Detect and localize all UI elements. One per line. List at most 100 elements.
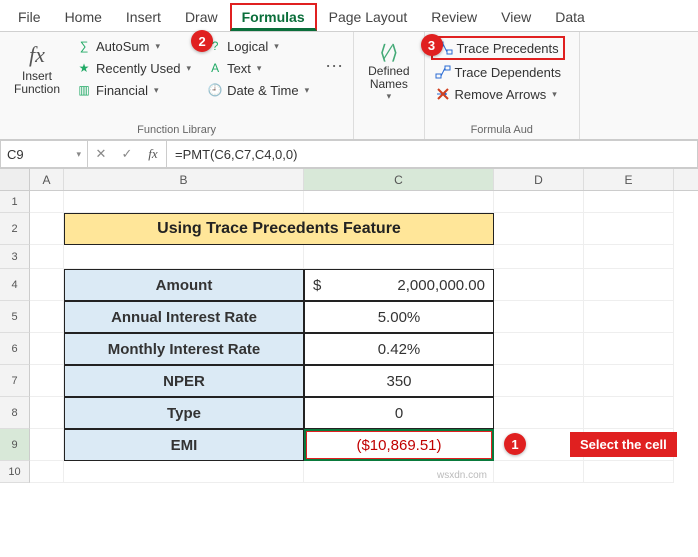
datetime-button[interactable]: 🕘 Date & Time ▾ — [203, 80, 313, 100]
autosum-button[interactable]: ∑ AutoSum ▾ — [72, 36, 195, 56]
cell[interactable] — [584, 245, 674, 269]
row-header[interactable]: 10 — [0, 461, 30, 483]
tab-formulas[interactable]: Formulas — [230, 3, 317, 31]
formula-input[interactable]: =PMT(C6,C7,C4,0,0) — [167, 140, 698, 168]
cell[interactable] — [494, 397, 584, 429]
recently-used-button[interactable]: ★ Recently Used ▾ — [72, 58, 195, 78]
insert-function-button[interactable]: fx Insert Function — [6, 36, 68, 96]
formula-bar: C9 ▾ ✕ ✓ fx =PMT(C6,C7,C4,0,0) — [0, 140, 698, 169]
cell[interactable] — [584, 365, 674, 397]
cell[interactable] — [30, 301, 64, 333]
trace-dependents-label: Trace Dependents — [455, 65, 561, 80]
cell[interactable] — [304, 245, 494, 269]
more-icon[interactable]: ⋯ — [321, 36, 347, 77]
value-cell[interactable]: 0 — [304, 397, 494, 429]
cell[interactable] — [64, 245, 304, 269]
cell[interactable] — [30, 245, 64, 269]
cell[interactable] — [494, 365, 584, 397]
tab-review[interactable]: Review — [419, 3, 489, 31]
value-cell[interactable]: 350 — [304, 365, 494, 397]
value-cell[interactable]: $ 2,000,000.00 — [304, 269, 494, 301]
cell[interactable] — [584, 269, 674, 301]
label-cell[interactable]: NPER — [64, 365, 304, 397]
cell[interactable] — [584, 461, 674, 483]
cell[interactable] — [494, 301, 584, 333]
label-cell[interactable]: EMI — [64, 429, 304, 461]
chevron-down-icon: ▾ — [155, 41, 160, 52]
cell[interactable] — [30, 333, 64, 365]
cell[interactable] — [584, 397, 674, 429]
row-header[interactable]: 8 — [0, 397, 30, 429]
remove-arrows-button[interactable]: Remove Arrows ▾ — [431, 84, 565, 104]
selected-cell-c9[interactable]: ($10,869.51) — [304, 429, 494, 461]
tab-page-layout[interactable]: Page Layout — [317, 3, 420, 31]
row-header[interactable]: 6 — [0, 333, 30, 365]
tab-draw[interactable]: Draw — [173, 3, 230, 31]
financial-button[interactable]: ▥ Financial ▾ — [72, 80, 195, 100]
tab-file[interactable]: File — [6, 3, 53, 31]
cell[interactable] — [494, 269, 584, 301]
chevron-down-icon: ▾ — [154, 85, 159, 96]
value-cell[interactable]: 5.00% — [304, 301, 494, 333]
cell[interactable] — [584, 333, 674, 365]
cell[interactable] — [494, 245, 584, 269]
row-header[interactable]: 2 — [0, 213, 30, 245]
cell[interactable] — [30, 365, 64, 397]
col-header-e[interactable]: E — [584, 169, 674, 190]
col-header-d[interactable]: D — [494, 169, 584, 190]
tab-insert[interactable]: Insert — [114, 3, 173, 31]
label-cell[interactable]: Type — [64, 397, 304, 429]
label-cell[interactable]: Amount — [64, 269, 304, 301]
cell[interactable] — [584, 191, 674, 213]
currency-symbol: $ — [313, 277, 321, 294]
row-header[interactable]: 4 — [0, 269, 30, 301]
label-cell[interactable]: Annual Interest Rate — [64, 301, 304, 333]
trace-precedents-button[interactable]: Trace Precedents — [431, 36, 565, 60]
cell[interactable] — [584, 301, 674, 333]
label-cell[interactable]: Monthly Interest Rate — [64, 333, 304, 365]
cell[interactable] — [494, 333, 584, 365]
cell[interactable] — [64, 461, 304, 483]
cell[interactable] — [304, 191, 494, 213]
cell[interactable]: wsxdn.com — [304, 461, 494, 483]
remove-arrows-label: Remove Arrows — [455, 87, 547, 102]
cancel-formula-button[interactable]: ✕ — [88, 146, 114, 162]
text-button[interactable]: A Text ▾ — [203, 58, 313, 78]
col-header-c[interactable]: C — [304, 169, 494, 190]
cell[interactable] — [494, 461, 584, 483]
row-header[interactable]: 5 — [0, 301, 30, 333]
recent-icon: ★ — [76, 60, 92, 76]
trace-dependents-button[interactable]: Trace Dependents — [431, 62, 565, 82]
chevron-down-icon: ▾ — [76, 149, 81, 160]
col-header-a[interactable]: A — [30, 169, 64, 190]
group-function-library: fx Insert Function ∑ AutoSum ▾ ★ Recentl… — [0, 32, 354, 139]
step-badge-1: 1 — [504, 433, 526, 455]
row-header[interactable]: 9 — [0, 429, 30, 461]
fx-button[interactable]: fx — [140, 146, 166, 162]
tab-view[interactable]: View — [489, 3, 543, 31]
tab-home[interactable]: Home — [53, 3, 114, 31]
sheet-title-cell[interactable]: Using Trace Precedents Feature — [64, 213, 494, 245]
row-header[interactable]: 7 — [0, 365, 30, 397]
defined-names-button[interactable]: ⟨∕⟩ Defined Names ▾ — [360, 36, 417, 102]
value-cell[interactable]: 0.42% — [304, 333, 494, 365]
cell[interactable] — [64, 191, 304, 213]
cell[interactable] — [30, 213, 64, 245]
row-header[interactable]: 3 — [0, 245, 30, 269]
row-header[interactable]: 1 — [0, 191, 30, 213]
tab-data[interactable]: Data — [543, 3, 597, 31]
cell[interactable] — [30, 397, 64, 429]
cell[interactable]: Select the cell — [584, 429, 674, 461]
cell[interactable] — [30, 269, 64, 301]
cell[interactable] — [30, 429, 64, 461]
logical-button[interactable]: ? Logical ▾ — [203, 36, 313, 56]
cell[interactable] — [30, 461, 64, 483]
select-all-corner[interactable] — [0, 169, 30, 190]
cell[interactable] — [494, 213, 584, 245]
name-box[interactable]: C9 ▾ — [0, 140, 88, 168]
cell[interactable] — [30, 191, 64, 213]
cell[interactable] — [494, 191, 584, 213]
enter-formula-button[interactable]: ✓ — [114, 146, 140, 162]
cell[interactable] — [584, 213, 674, 245]
col-header-b[interactable]: B — [64, 169, 304, 190]
